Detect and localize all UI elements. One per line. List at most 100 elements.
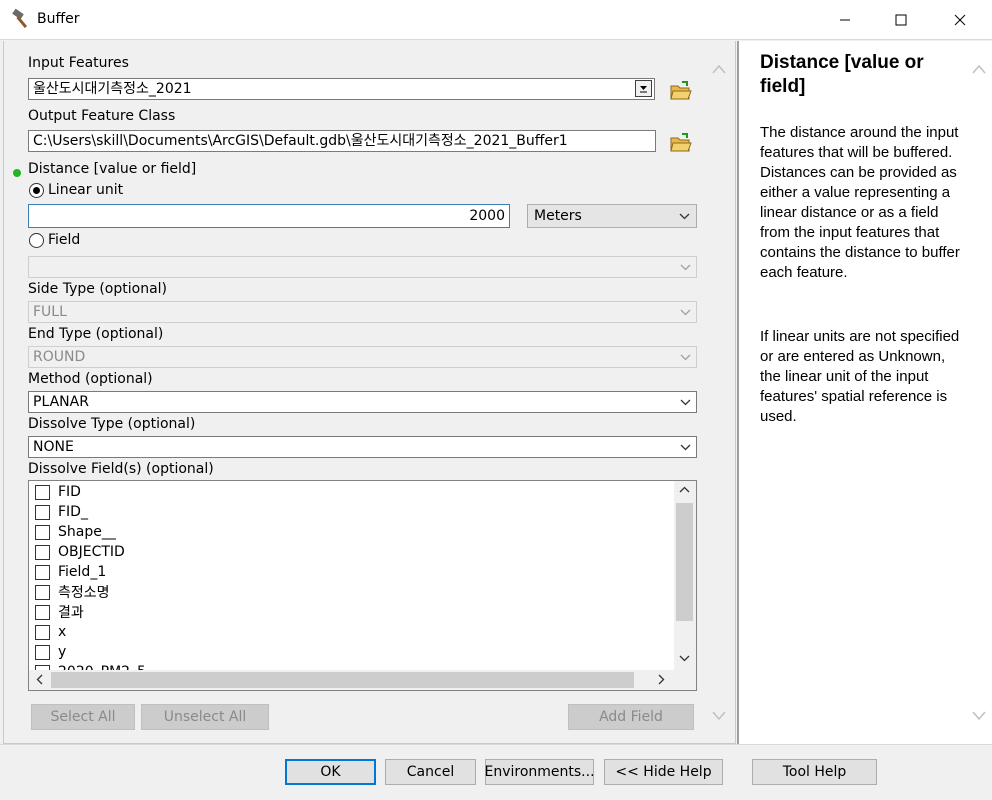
linear-unit-label: Linear unit — [48, 182, 124, 198]
hammer-icon — [11, 8, 33, 30]
list-item[interactable]: 측정소명 — [35, 582, 110, 602]
chevron-up-icon[interactable] — [711, 63, 727, 75]
cancel-button[interactable]: Cancel — [385, 759, 476, 785]
method-value: PLANAR — [33, 394, 89, 410]
dissolve-type-value: NONE — [33, 439, 74, 455]
field-radio[interactable] — [29, 233, 44, 248]
open-folder-icon — [670, 81, 692, 100]
units-value: Meters — [534, 208, 582, 224]
chevron-down-icon — [680, 399, 690, 405]
select-all-button[interactable]: Select All — [31, 704, 135, 730]
checkbox[interactable] — [35, 524, 50, 540]
list-item-label: FID_ — [58, 504, 88, 520]
chevron-down-icon[interactable] — [971, 710, 987, 722]
minimize-button[interactable] — [822, 0, 868, 40]
distance-field-select[interactable] — [28, 256, 697, 278]
scroll-thumb[interactable] — [676, 503, 693, 621]
field-radio-label: Field — [48, 232, 81, 248]
output-feature-class-label: Output Feature Class — [28, 108, 176, 124]
close-button[interactable] — [937, 0, 983, 40]
linear-unit-value: 2000 — [469, 208, 505, 224]
dissolve-fields-list[interactable]: FID FID_ Shape__ OBJECTID Field_1 측정소명 결… — [28, 480, 697, 691]
caret-down-icon — [640, 86, 647, 93]
browse-output-button[interactable] — [667, 129, 695, 157]
list-item-label: y — [58, 644, 67, 660]
dialog-button-bar: OK Cancel Environments... << Hide Help T… — [0, 744, 992, 800]
input-features-value: 울산도시대기측정소_2021 — [33, 81, 192, 97]
chevron-down-icon — [680, 354, 690, 360]
title-bar: Buffer — [0, 0, 992, 40]
scroll-thumb[interactable] — [51, 672, 634, 688]
window-title: Buffer — [37, 11, 80, 27]
list-item-label: Field_1 — [58, 564, 107, 580]
list-item[interactable]: FID_ — [35, 502, 88, 522]
list-item-label: FID — [58, 484, 81, 500]
close-icon — [954, 14, 966, 26]
help-paragraph: If linear units are not specified or are… — [760, 328, 960, 425]
help-pane: Distance [value or field] The distance a… — [737, 41, 992, 744]
chevron-down-icon[interactable] — [711, 710, 727, 722]
parameters-pane: Input Features 울산도시대기측정소_2021 Output Fea… — [3, 41, 736, 744]
input-features-dropdown-button[interactable] — [635, 80, 652, 97]
chevron-down-icon — [680, 264, 690, 270]
hide-help-button[interactable]: << Hide Help — [604, 759, 723, 785]
side-type-value: FULL — [33, 304, 67, 320]
list-item[interactable]: y — [35, 642, 66, 662]
list-item-label: 측정소명 — [58, 585, 110, 601]
input-features-label: Input Features — [28, 55, 129, 71]
list-horizontal-scrollbar[interactable] — [29, 670, 696, 690]
required-dot-icon — [13, 169, 21, 177]
tool-help-button[interactable]: Tool Help — [752, 759, 877, 785]
chevron-down-icon — [680, 444, 690, 450]
method-select[interactable]: PLANAR — [28, 391, 697, 413]
help-title: Distance [value or field] — [760, 52, 924, 97]
unselect-all-button[interactable]: Unselect All — [141, 704, 269, 730]
dissolve-type-label: Dissolve Type (optional) — [28, 416, 196, 432]
input-features-combo[interactable]: 울산도시대기측정소_2021 — [28, 78, 655, 100]
maximize-button[interactable] — [878, 0, 924, 40]
list-item[interactable]: Field_1 — [35, 562, 106, 582]
linear-unit-units-select[interactable]: Meters — [527, 204, 697, 228]
chevron-up-icon[interactable] — [971, 63, 987, 75]
ok-button[interactable]: OK — [285, 759, 376, 785]
list-item[interactable]: 결과 — [35, 602, 84, 622]
browse-input-button[interactable] — [667, 77, 695, 105]
list-item[interactable]: Shape__ — [35, 522, 116, 542]
end-type-select[interactable]: ROUND — [28, 346, 697, 368]
list-item-label: 결과 — [58, 605, 84, 621]
end-type-label: End Type (optional) — [28, 326, 164, 342]
linear-unit-value-input[interactable]: 2000 — [28, 204, 510, 228]
chevron-down-icon — [679, 655, 690, 662]
chevron-down-icon — [679, 213, 690, 220]
method-label: Method (optional) — [28, 371, 153, 387]
distance-label: Distance [value or field] — [28, 161, 197, 177]
list-item-label: Shape__ — [58, 524, 116, 540]
list-item-label: OBJECTID — [58, 544, 125, 560]
checkbox[interactable] — [35, 564, 50, 580]
chevron-up-icon — [679, 486, 690, 493]
list-item[interactable]: x — [35, 622, 66, 642]
help-paragraph: The distance around the input features t… — [760, 124, 960, 281]
checkbox[interactable] — [35, 604, 50, 620]
maximize-icon — [895, 14, 907, 26]
add-field-button[interactable]: Add Field — [568, 704, 694, 730]
checkbox[interactable] — [35, 644, 50, 660]
chevron-right-icon — [658, 674, 665, 685]
dissolve-type-select[interactable]: NONE — [28, 436, 697, 458]
checkbox[interactable] — [35, 624, 50, 640]
side-type-select[interactable]: FULL — [28, 301, 697, 323]
output-feature-class-value: C:\Users\skill\Documents\ArcGIS\Default.… — [33, 133, 568, 149]
checkbox[interactable] — [35, 484, 50, 500]
list-item[interactable]: FID — [35, 482, 81, 502]
checkbox[interactable] — [35, 544, 50, 560]
list-item-label: x — [58, 624, 67, 640]
list-item[interactable]: OBJECTID — [35, 542, 125, 562]
list-vertical-scrollbar[interactable] — [674, 481, 696, 671]
output-feature-class-input[interactable]: C:\Users\skill\Documents\ArcGIS\Default.… — [28, 130, 656, 152]
linear-unit-radio[interactable] — [29, 183, 44, 198]
environments-button[interactable]: Environments... — [484, 759, 595, 785]
end-type-value: ROUND — [33, 349, 86, 365]
checkbox[interactable] — [35, 584, 50, 600]
dissolve-fields-label: Dissolve Field(s) (optional) — [28, 461, 214, 477]
checkbox[interactable] — [35, 504, 50, 520]
